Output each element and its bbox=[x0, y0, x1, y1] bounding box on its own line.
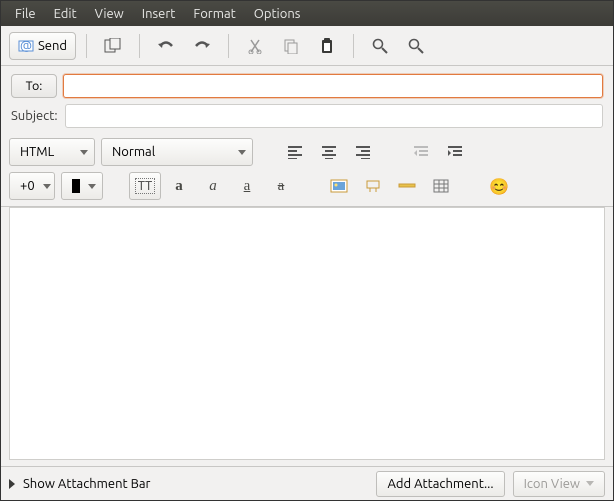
menu-view[interactable]: View bbox=[87, 4, 132, 24]
align-right-icon bbox=[355, 145, 371, 159]
italic-icon: a bbox=[209, 178, 217, 195]
tt-icon: TT bbox=[135, 178, 155, 194]
format-mode-label: HTML bbox=[20, 145, 54, 159]
to-row: To: bbox=[11, 74, 603, 98]
chevron-down-icon bbox=[80, 150, 88, 155]
main-toolbar: @ Send bbox=[1, 26, 613, 66]
hrule-icon bbox=[398, 183, 416, 189]
attachment-view-combo[interactable]: Icon View bbox=[513, 471, 605, 497]
header-fields: To: Subject: bbox=[1, 66, 613, 132]
paste-button[interactable] bbox=[311, 30, 343, 62]
outdent-icon bbox=[413, 145, 429, 159]
color-swatch bbox=[72, 179, 80, 193]
menu-options[interactable]: Options bbox=[246, 4, 309, 24]
outdent-button[interactable] bbox=[405, 138, 437, 166]
scissors-icon bbox=[248, 38, 262, 54]
undo-icon bbox=[156, 39, 176, 53]
menu-format[interactable]: Format bbox=[185, 4, 243, 24]
font-size-label: +0 bbox=[20, 179, 35, 193]
font-color-combo[interactable] bbox=[61, 172, 103, 200]
window-icon bbox=[104, 38, 122, 54]
attachment-bar: Show Attachment Bar Add Attachment... Ic… bbox=[1, 466, 613, 500]
strikethrough-button[interactable]: a bbox=[265, 172, 297, 200]
add-attachment-button[interactable]: Add Attachment... bbox=[376, 471, 504, 497]
insert-table-button[interactable] bbox=[425, 172, 457, 200]
strikethrough-icon: a bbox=[278, 178, 285, 195]
chevron-down-icon bbox=[586, 481, 594, 486]
chevron-down-icon bbox=[43, 184, 51, 189]
search-replace-icon bbox=[408, 38, 424, 54]
redo-icon bbox=[192, 39, 212, 53]
undo-button[interactable] bbox=[150, 30, 182, 62]
subject-input[interactable] bbox=[65, 104, 603, 128]
image-icon bbox=[330, 179, 348, 193]
to-button[interactable]: To: bbox=[11, 74, 57, 98]
toolbar-separator bbox=[139, 34, 140, 58]
align-center-button[interactable] bbox=[313, 138, 345, 166]
align-center-icon bbox=[321, 145, 337, 159]
find-button[interactable] bbox=[364, 30, 396, 62]
expand-triangle-icon[interactable] bbox=[9, 479, 15, 489]
cut-button[interactable] bbox=[239, 30, 271, 62]
toolbar-separator bbox=[228, 34, 229, 58]
find-replace-button[interactable] bbox=[400, 30, 432, 62]
anchor-link-icon bbox=[364, 179, 382, 193]
mail-send-icon: @ bbox=[18, 38, 34, 54]
show-attachment-bar-label[interactable]: Show Attachment Bar bbox=[23, 477, 150, 491]
send-button[interactable]: @ Send bbox=[9, 32, 76, 60]
font-size-combo[interactable]: +0 bbox=[9, 172, 55, 200]
indent-button[interactable] bbox=[439, 138, 471, 166]
menu-insert[interactable]: Insert bbox=[134, 4, 184, 24]
add-attachment-label: Add Attachment... bbox=[387, 477, 493, 491]
insert-rule-button[interactable] bbox=[391, 172, 423, 200]
format-toolbar: HTML Normal +0 TT a a a a bbox=[1, 132, 613, 207]
insert-emoticon-button[interactable]: 😊 bbox=[483, 172, 515, 200]
svg-text:@: @ bbox=[20, 39, 32, 53]
menu-edit[interactable]: Edit bbox=[46, 4, 85, 24]
copy-icon bbox=[283, 38, 299, 54]
copy-button[interactable] bbox=[275, 30, 307, 62]
chevron-down-icon bbox=[88, 184, 96, 189]
toolbar-separator bbox=[86, 34, 87, 58]
smiley-icon: 😊 bbox=[489, 177, 509, 196]
toolbar-separator bbox=[353, 34, 354, 58]
paragraph-style-combo[interactable]: Normal bbox=[101, 138, 253, 166]
paragraph-style-label: Normal bbox=[112, 145, 155, 159]
align-left-button[interactable] bbox=[279, 138, 311, 166]
menu-file[interactable]: File bbox=[7, 4, 44, 24]
monospace-button[interactable]: TT bbox=[129, 172, 161, 200]
redo-button[interactable] bbox=[186, 30, 218, 62]
new-window-button[interactable] bbox=[97, 30, 129, 62]
underline-icon: a bbox=[244, 178, 251, 195]
to-input[interactable] bbox=[63, 74, 603, 98]
attachment-view-label: Icon View bbox=[524, 477, 580, 491]
insert-image-button[interactable] bbox=[323, 172, 355, 200]
align-left-icon bbox=[287, 145, 303, 159]
clipboard-icon bbox=[320, 38, 334, 54]
indent-icon bbox=[447, 145, 463, 159]
subject-label: Subject: bbox=[11, 109, 59, 123]
search-icon bbox=[372, 38, 388, 54]
insert-link-button[interactable] bbox=[357, 172, 389, 200]
subject-row: Subject: bbox=[11, 104, 603, 128]
italic-button[interactable]: a bbox=[197, 172, 229, 200]
underline-button[interactable]: a bbox=[231, 172, 263, 200]
align-right-button[interactable] bbox=[347, 138, 379, 166]
menubar: File Edit View Insert Format Options bbox=[1, 1, 613, 26]
format-mode-combo[interactable]: HTML bbox=[9, 138, 95, 166]
bold-icon: a bbox=[175, 178, 183, 195]
message-body-editor[interactable] bbox=[9, 207, 605, 460]
send-label: Send bbox=[38, 39, 67, 53]
table-icon bbox=[433, 179, 449, 193]
chevron-down-icon bbox=[238, 150, 246, 155]
bold-button[interactable]: a bbox=[163, 172, 195, 200]
